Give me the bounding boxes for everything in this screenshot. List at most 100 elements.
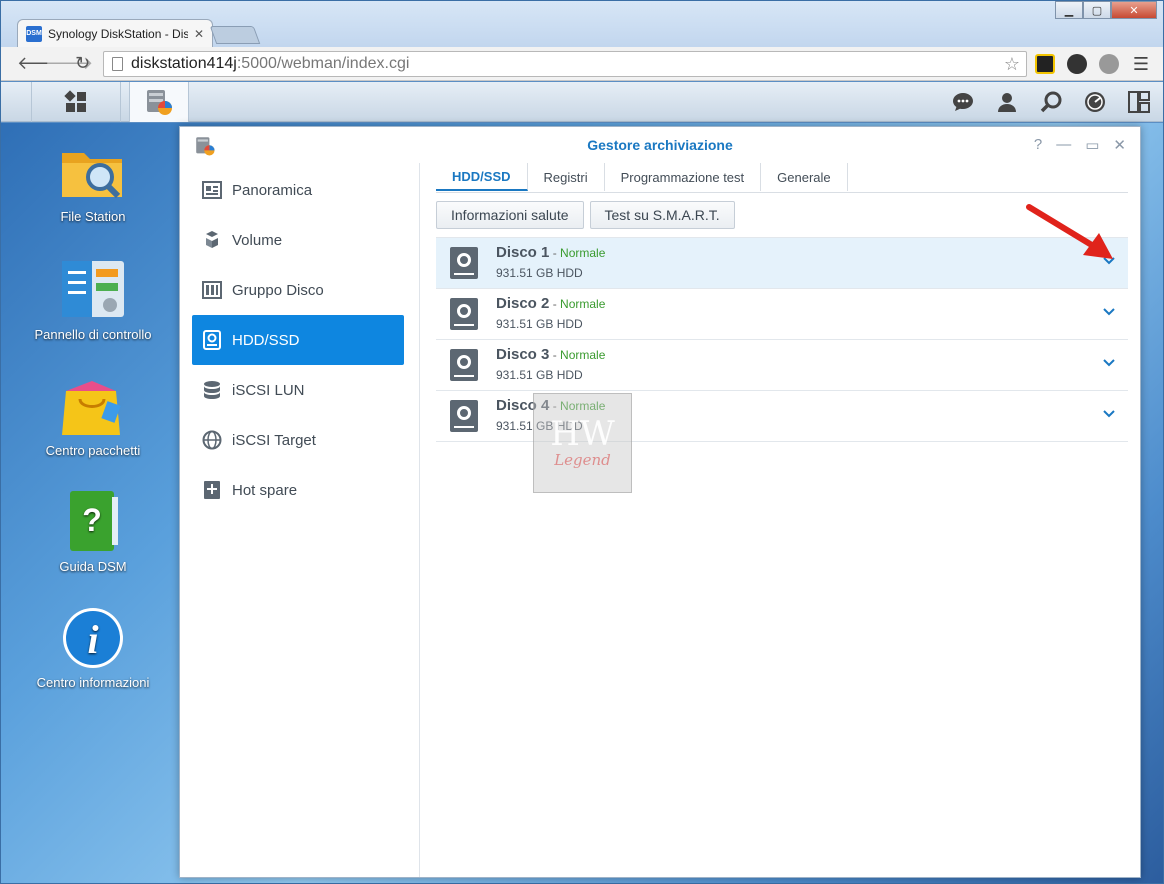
new-tab-button[interactable] [209, 26, 261, 44]
tab-title: Synology DiskStation - Dis [48, 26, 188, 41]
browser-toolbar: 🡐 🡒 ↻ diskstation414j:5000/webman/index.… [1, 47, 1163, 81]
disk-info: 931.51 GB HDD [496, 317, 583, 331]
help-button[interactable]: ? [1034, 136, 1042, 154]
close-button[interactable]: ✕ [1113, 136, 1126, 154]
widgets-icon[interactable] [1125, 88, 1153, 116]
hdd-icon [450, 400, 478, 432]
smart-test-button[interactable]: Test su S.M.A.R.T. [589, 201, 735, 229]
menu-icon[interactable]: ☰ [1133, 54, 1149, 75]
chevron-down-icon[interactable] [1102, 407, 1116, 421]
control-panel-icon [60, 257, 126, 323]
disk-info: 931.51 GB HDD [496, 368, 583, 382]
desktop-dsm-help[interactable]: ? Guida DSM [13, 489, 173, 574]
tab-registri[interactable]: Registri [528, 163, 605, 191]
close-button[interactable]: ✕ [1111, 1, 1157, 19]
sidebar: Panoramica Volume Gruppo Disco HDD/SSD i… [180, 163, 420, 877]
desktop-info-center[interactable]: i Centro informazioni [13, 605, 173, 690]
database-icon [202, 380, 222, 400]
sidebar-item-iscsi-lun[interactable]: iSCSI LUN [192, 365, 404, 415]
package-bag-icon [60, 373, 126, 439]
sidebar-item-hdd-ssd[interactable]: HDD/SSD [192, 315, 404, 365]
help-book-icon: ? [60, 489, 126, 555]
desktop-item-label: Guida DSM [59, 559, 127, 574]
disk-row[interactable]: Disco 2 - Normale 931.51 GB HDD [436, 289, 1128, 340]
page-icon [112, 57, 123, 71]
desktop-item-label: File Station [60, 209, 126, 224]
browser-tab[interactable]: DSM Synology DiskStation - Dis ✕ [17, 19, 213, 47]
sidebar-item-gruppo-disco[interactable]: Gruppo Disco [192, 265, 404, 315]
grid-icon [64, 90, 86, 112]
watermark-logo: HW [550, 414, 615, 454]
user-icon[interactable] [993, 88, 1021, 116]
sidebar-item-volume[interactable]: Volume [192, 215, 404, 265]
sidebar-item-label: Hot spare [232, 481, 298, 499]
sidebar-item-label: iSCSI Target [232, 431, 316, 449]
disk-info: 931.51 GB HDD [496, 266, 583, 280]
desktop-item-label: Pannello di controllo [34, 327, 152, 342]
disk-status: Normale [560, 246, 606, 260]
maximize-button[interactable]: ▭ [1085, 136, 1099, 154]
window-controls: ▁ ▢ ✕ [1055, 1, 1157, 19]
search-icon[interactable] [1037, 88, 1065, 116]
hdd-icon [450, 298, 478, 330]
watermark: HW Legend [533, 393, 632, 493]
volume-icon [202, 230, 222, 250]
desktop-file-station[interactable]: File Station [13, 139, 173, 224]
window-title: Gestore archiviazione [587, 137, 733, 153]
disk-row[interactable]: Disco 3 - Normale 931.51 GB HDD [436, 340, 1128, 391]
disk-status: Normale [560, 297, 606, 311]
tab-generale[interactable]: Generale [761, 163, 848, 191]
dsm-taskbar [1, 82, 1163, 122]
browser-window: DSM Synology DiskStation - Dis ✕ ▁ ▢ ✕ 🡐… [0, 0, 1164, 884]
window-controls: ? — ▭ ✕ [1034, 136, 1126, 154]
desktop-package-center[interactable]: Centro pacchetti [13, 373, 173, 458]
tab-hdd-ssd[interactable]: HDD/SSD [436, 163, 528, 191]
minimize-button[interactable]: ▁ [1055, 1, 1083, 19]
disk-name: Disco 1 - Normale [496, 244, 606, 261]
hdd-icon [450, 247, 478, 279]
sidebar-item-panoramica[interactable]: Panoramica [192, 165, 404, 215]
chat-icon[interactable] [949, 88, 977, 116]
desktop-item-label: Centro informazioni [36, 675, 150, 690]
desktop-control-panel[interactable]: Pannello di controllo [13, 257, 173, 342]
bookmark-star-icon[interactable]: ☆ [1004, 54, 1020, 75]
watermark-text: Legend [554, 451, 611, 469]
disk-name: Disco 2 - Normale [496, 295, 606, 312]
folder-search-icon [60, 139, 126, 205]
sidebar-item-label: HDD/SSD [232, 331, 300, 349]
sidebar-item-label: iSCSI LUN [232, 381, 305, 399]
sidebar-item-label: Panoramica [232, 181, 313, 199]
svg-text:i: i [87, 617, 98, 662]
hdd-icon [450, 349, 478, 381]
hdd-icon [202, 330, 222, 350]
extension-shield-icon[interactable] [1099, 54, 1119, 74]
dashboard-icon[interactable] [1081, 88, 1109, 116]
main-content: HDD/SSD Registri Programmazione test Gen… [436, 163, 1128, 877]
storage-manager-icon [147, 90, 172, 115]
browser-titlebar: DSM Synology DiskStation - Dis ✕ ▁ ▢ ✕ [1, 1, 1163, 47]
sidebar-item-label: Volume [232, 231, 283, 249]
red-arrow-annotation [1026, 204, 1113, 259]
dsm-favicon-icon: DSM [26, 25, 42, 42]
main-menu-button[interactable] [31, 82, 121, 122]
minimize-button[interactable]: — [1056, 136, 1071, 154]
disk-group-icon [202, 280, 222, 300]
sidebar-item-hot-spare[interactable]: Hot spare [192, 465, 404, 515]
chevron-down-icon[interactable] [1102, 356, 1116, 370]
extension-download-icon[interactable] [1067, 54, 1087, 74]
chevron-down-icon[interactable] [1102, 305, 1116, 319]
sidebar-item-iscsi-target[interactable]: iSCSI Target [192, 415, 404, 465]
extension-norton-icon[interactable] [1035, 54, 1055, 74]
reload-icon[interactable]: ↻ [75, 53, 90, 74]
address-bar[interactable]: diskstation414j:5000/webman/index.cgi ☆ [103, 51, 1027, 77]
tab-close-icon[interactable]: ✕ [194, 27, 204, 41]
taskbar-storage-manager[interactable] [129, 82, 189, 122]
disk-name: Disco 3 - Normale [496, 346, 606, 363]
url-text: diskstation414j:5000/webman/index.cgi [131, 55, 410, 72]
info-icon: i [60, 605, 126, 671]
maximize-button[interactable]: ▢ [1083, 1, 1111, 19]
tab-programmazione-test[interactable]: Programmazione test [605, 163, 762, 191]
health-info-button[interactable]: Informazioni salute [436, 201, 584, 229]
storage-manager-window: Gestore archiviazione ? — ▭ ✕ Panoramica… [179, 126, 1141, 878]
disk-status: Normale [560, 348, 606, 362]
